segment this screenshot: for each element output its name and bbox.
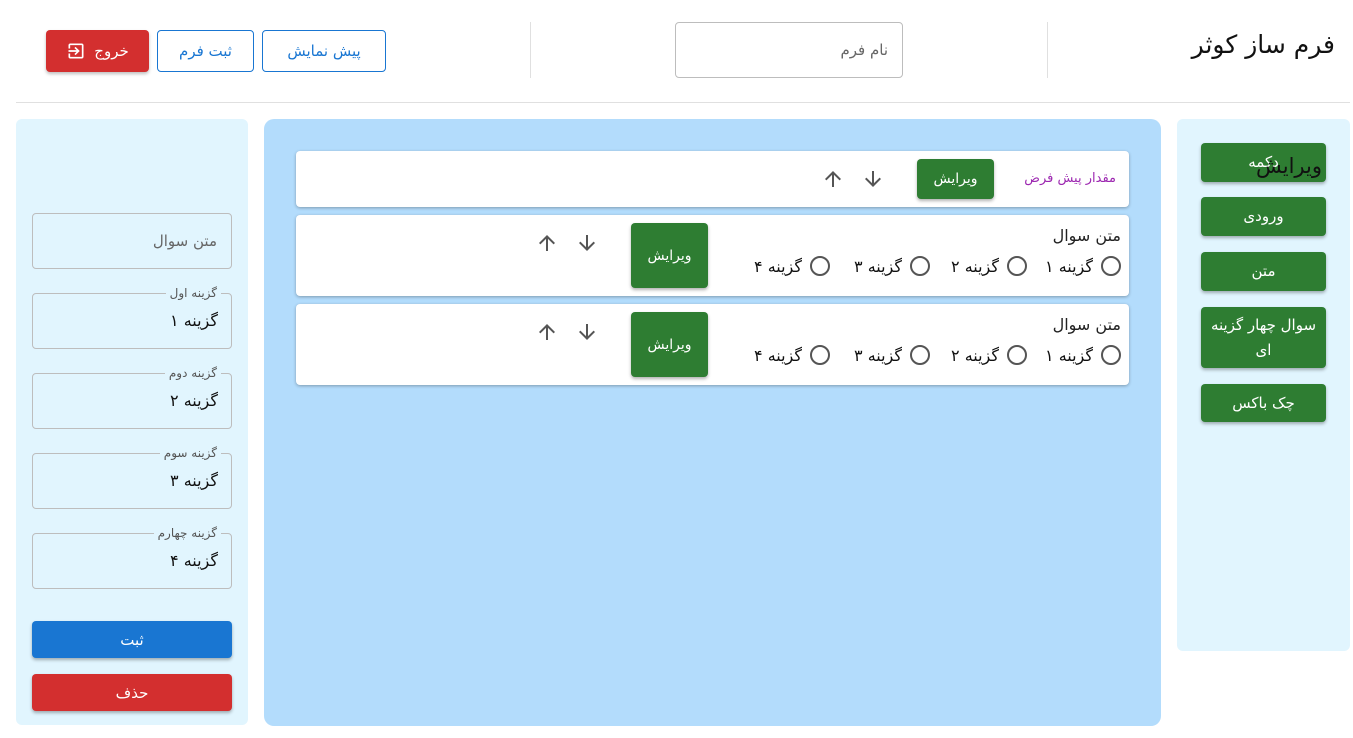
radio-button[interactable] (910, 345, 930, 365)
header-divider-left (530, 22, 531, 78)
question-card[interactable]: متن سوال گزینه ۱ گزینه ۲ گزینه ۳ گزینه ۴… (296, 215, 1129, 296)
exit-button[interactable]: خروج (46, 30, 149, 72)
palette-button-multiple-choice[interactable]: سوال چهار گزینه ای (1201, 307, 1326, 368)
option-label: گزینه ۲ (951, 256, 999, 276)
option-3-field-label: گزینه سوم (159, 445, 221, 461)
arrow-up-icon[interactable] (821, 167, 845, 191)
option-label: گزینه ۴ (754, 256, 802, 276)
exit-label: خروج (94, 42, 129, 60)
save-button[interactable]: ثبت (32, 621, 232, 658)
option-3[interactable]: گزینه ۳ (854, 256, 930, 276)
question-text: متن سوال (1052, 226, 1121, 245)
radio-button[interactable] (1101, 345, 1121, 365)
option-1-field[interactable]: گزینه اول گزینه ۱ (32, 285, 232, 349)
option-label: گزینه ۴ (754, 345, 802, 365)
option-2-field-label: گزینه دوم (164, 365, 221, 381)
option-1[interactable]: گزینه ۱ (1045, 345, 1121, 365)
form-name-input[interactable] (675, 22, 903, 78)
option-4-field-value: گزینه ۴ (170, 551, 218, 570)
option-3-field[interactable]: گزینه سوم گزینه ۳ (32, 445, 232, 509)
option-label: گزینه ۲ (951, 345, 999, 365)
option-2-field-value: گزینه ۲ (170, 391, 218, 410)
question-card[interactable]: متن سوال گزینه ۱ گزینه ۲ گزینه ۳ گزینه ۴… (296, 304, 1129, 385)
radio-button[interactable] (1007, 256, 1027, 276)
option-label: گزینه ۱ (1045, 345, 1093, 365)
option-4-field[interactable]: گزینه چهارم گزینه ۴ (32, 525, 232, 589)
question-text-placeholder: متن سوال (152, 232, 217, 250)
edit-panel-title: ویرایش (1255, 154, 1322, 178)
option-2[interactable]: گزینه ۲ (951, 345, 1027, 365)
question-text: متن سوال (1052, 315, 1121, 334)
radio-button[interactable] (1101, 256, 1121, 276)
option-3[interactable]: گزینه ۳ (854, 345, 930, 365)
option-label: گزینه ۱ (1045, 256, 1093, 276)
radio-button[interactable] (810, 256, 830, 276)
delete-button[interactable]: حذف (32, 674, 232, 711)
option-4[interactable]: گزینه ۴ (754, 256, 830, 276)
option-1-field-label: گزینه اول (165, 285, 221, 301)
option-label: گزینه ۳ (854, 256, 902, 276)
arrow-down-icon[interactable] (575, 231, 599, 255)
option-4-field-label: گزینه چهارم (153, 525, 221, 541)
app-title: فرم ساز کوثر (1191, 30, 1335, 59)
palette-button-input[interactable]: ورودی (1201, 197, 1326, 236)
arrow-down-icon[interactable] (861, 167, 885, 191)
arrow-up-icon[interactable] (535, 231, 559, 255)
header-separator (16, 102, 1350, 103)
radio-button[interactable] (910, 256, 930, 276)
radio-button[interactable] (1007, 345, 1027, 365)
option-4[interactable]: گزینه ۴ (754, 345, 830, 365)
palette-button-checkbox[interactable]: چک باکس (1201, 384, 1326, 422)
header-divider-right (1047, 22, 1048, 78)
arrow-up-icon[interactable] (535, 320, 559, 344)
default-value-label: مقدار پیش فرض (1024, 171, 1116, 186)
option-1-field-value: گزینه ۱ (170, 311, 218, 330)
edit-button[interactable]: ویرایش (917, 159, 994, 199)
edit-button[interactable]: ویرایش (631, 312, 708, 377)
option-2[interactable]: گزینه ۲ (951, 256, 1027, 276)
arrow-down-icon[interactable] (575, 320, 599, 344)
form-canvas: مقدار پیش فرض ویرایش متن سوال گزینه ۱ گز… (264, 119, 1161, 726)
component-palette: دکمه ورودی متن سوال چهار گزینه ای چک باک… (1177, 119, 1350, 651)
option-3-field-value: گزینه ۳ (170, 471, 218, 490)
option-2-field[interactable]: گزینه دوم گزینه ۲ (32, 365, 232, 429)
edit-button[interactable]: ویرایش (631, 223, 708, 288)
submit-form-button[interactable]: ثبت فرم (157, 30, 254, 72)
logout-icon (66, 41, 86, 61)
palette-button-text[interactable]: متن (1201, 252, 1326, 291)
option-label: گزینه ۳ (854, 345, 902, 365)
option-1[interactable]: گزینه ۱ (1045, 256, 1121, 276)
preview-button[interactable]: پیش نمایش (262, 30, 386, 72)
question-text-field[interactable]: متن سوال (32, 213, 232, 269)
text-item-card[interactable]: مقدار پیش فرض ویرایش (296, 151, 1129, 207)
radio-button[interactable] (810, 345, 830, 365)
